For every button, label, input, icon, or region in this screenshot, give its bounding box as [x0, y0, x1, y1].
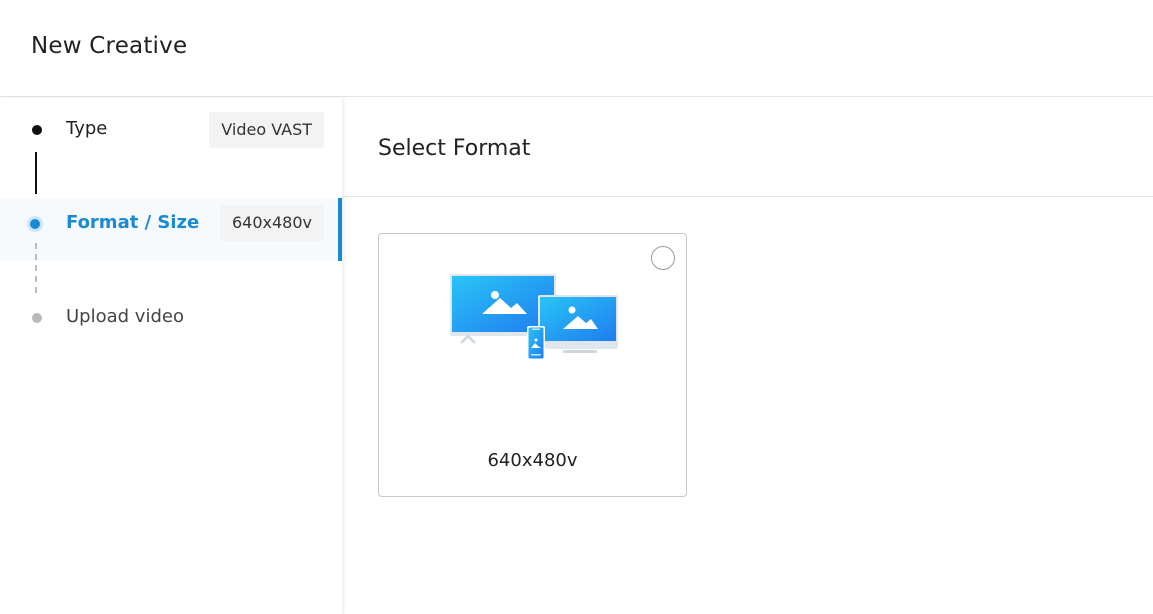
step-label: Upload video: [66, 306, 184, 327]
page-title: New Creative: [31, 33, 188, 59]
page-header: New Creative: [0, 0, 1153, 97]
step-connector-complete: [35, 152, 37, 194]
step-upload-video[interactable]: Upload video: [0, 303, 342, 363]
format-label: 640x480v: [487, 450, 578, 471]
step-format-size[interactable]: Format / Size 640x480v: [0, 198, 342, 261]
step-connector-pending: [35, 243, 37, 293]
multi-device-icon: [450, 274, 618, 360]
step-done-dot: [32, 125, 42, 135]
step-value-badge: 640x480v: [219, 205, 324, 241]
step-label: Type: [66, 118, 108, 139]
step-active-dot: [30, 219, 40, 229]
main-panel: Select Format 640x480v: [342, 98, 1153, 614]
step-pending-dot: [32, 313, 42, 323]
section-title: Select Format: [378, 136, 531, 161]
active-step-indicator: [338, 198, 342, 261]
step-label: Format / Size: [66, 212, 200, 233]
section-divider: [342, 196, 1153, 197]
format-option-card[interactable]: 640x480v: [378, 233, 687, 497]
step-value-badge: Video VAST: [209, 112, 324, 148]
steps-sidebar: Type Video VAST Format / Size 640x480v U…: [0, 98, 342, 614]
format-radio-button[interactable]: [651, 246, 675, 270]
step-type[interactable]: Type Video VAST: [0, 112, 342, 172]
